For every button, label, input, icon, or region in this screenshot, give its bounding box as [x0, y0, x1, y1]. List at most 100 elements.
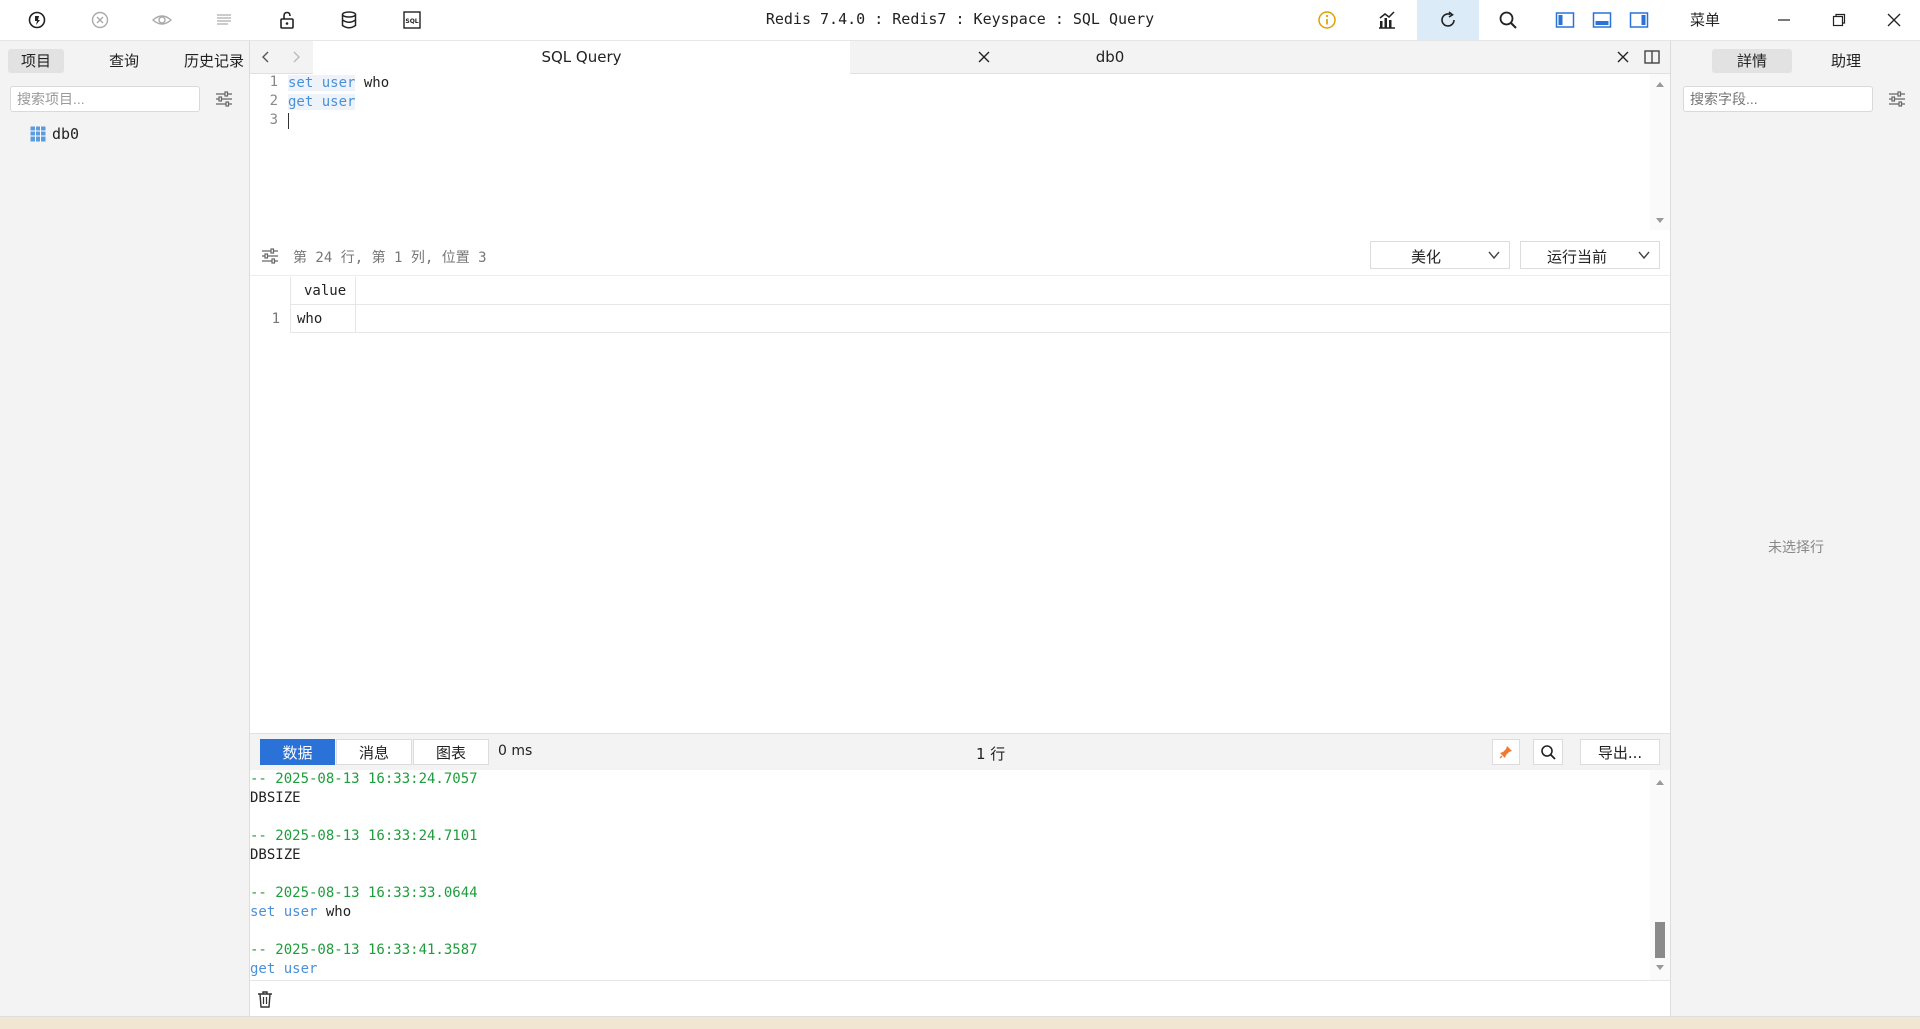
tab-details[interactable]: 詳情 — [1712, 49, 1792, 73]
code-line: set user who — [288, 74, 389, 93]
log-footer — [250, 980, 1670, 1016]
info-icon[interactable] — [1315, 8, 1339, 32]
table-row[interactable] — [290, 305, 1670, 333]
line-number: 2 — [269, 93, 278, 109]
text-lines-icon[interactable] — [212, 8, 236, 32]
pin-button[interactable] — [1492, 739, 1520, 765]
beautify-button[interactable]: 美化 — [1370, 241, 1510, 269]
log-scrollbar[interactable] — [1650, 770, 1670, 980]
tab-sql-query[interactable]: SQL Query — [313, 41, 850, 74]
code-keyword: set user — [288, 75, 356, 91]
log-command: set user who — [250, 903, 351, 922]
scroll-up-icon[interactable] — [1655, 80, 1665, 88]
run-current-button[interactable]: 运行当前 — [1520, 241, 1660, 269]
connect-icon[interactable] — [25, 8, 49, 32]
tab-history[interactable]: 历史记录 — [178, 49, 250, 73]
row-number: 1 — [271, 311, 280, 327]
editor-status-bar: 第 24 行, 第 1 列, 位置 3 美化 运行当前 — [250, 236, 1670, 276]
tab-db0[interactable]: db0 — [850, 41, 1370, 74]
taskbar-strip — [0, 1016, 1920, 1029]
tab-label: db0 — [1095, 48, 1125, 66]
sql-icon[interactable]: SQL — [400, 8, 424, 32]
chevron-left-icon[interactable] — [254, 45, 278, 69]
search-icon — [1541, 745, 1556, 760]
code-line: get user — [288, 93, 356, 112]
log-timestamp: -- 2025-08-13 16:33:41.3587 — [250, 942, 478, 958]
table-grid-icon — [30, 126, 46, 142]
eye-icon[interactable] — [150, 8, 174, 32]
column-header-value[interactable]: value — [290, 277, 356, 305]
toggle-left-panel-icon[interactable] — [1553, 8, 1577, 32]
results-toolbar: 数据 消息 图表 0 ms 1 行 导出... — [250, 733, 1670, 770]
title-bar: SQL Redis 7.4.0 : Redis7 : Keyspace : SQ… — [0, 0, 1920, 41]
toggle-bottom-panel-icon[interactable] — [1590, 8, 1614, 32]
tab-assistant[interactable]: 助理 — [1806, 49, 1886, 73]
editor-scrollbar[interactable] — [1650, 74, 1670, 230]
database-icon[interactable] — [337, 8, 361, 32]
scroll-up-icon[interactable] — [1655, 778, 1665, 786]
log-command: get user — [250, 960, 317, 979]
lock-icon[interactable] — [275, 8, 299, 32]
close-tab-icon[interactable] — [1616, 50, 1630, 64]
search-results-button[interactable] — [1533, 739, 1563, 765]
left-panel-tabs: 项目 查询 历史记录 — [0, 49, 250, 75]
close-window-icon[interactable] — [1882, 8, 1906, 32]
tab-project[interactable]: 项目 — [8, 49, 64, 73]
stats-chart-icon[interactable] — [1375, 8, 1399, 32]
left-panel: 项目 查询 历史记录 db0 — [0, 41, 250, 1016]
log-command: DBSIZE — [250, 846, 301, 865]
pin-icon — [1499, 746, 1512, 759]
log-keyword: set user — [250, 904, 318, 920]
filter-settings-icon[interactable] — [212, 87, 236, 111]
tab-query[interactable]: 查询 — [94, 49, 154, 73]
restore-icon[interactable] — [1827, 8, 1851, 32]
query-log: -- 2025-08-13 16:33:24.7057 DBSIZE -- 20… — [250, 770, 1650, 980]
project-search-input[interactable] — [10, 86, 200, 112]
line-number: 3 — [269, 112, 278, 128]
disconnect-icon[interactable] — [88, 8, 112, 32]
minimize-icon[interactable] — [1772, 8, 1796, 32]
trash-icon[interactable] — [253, 987, 277, 1011]
log-command: DBSIZE — [250, 789, 301, 808]
log-keyword: get user — [250, 961, 318, 977]
scroll-down-icon[interactable] — [1655, 217, 1665, 225]
empty-selection-note: 未选择行 — [1768, 540, 1824, 556]
chevron-down-icon[interactable] — [1637, 248, 1651, 262]
scroll-thumb[interactable] — [1655, 922, 1665, 958]
toggle-right-panel-icon[interactable] — [1627, 8, 1651, 32]
export-button[interactable]: 导出... — [1580, 739, 1660, 765]
run-current-label: 运行当前 — [1546, 248, 1607, 266]
svg-text:SQL: SQL — [405, 18, 418, 25]
filter-settings-icon[interactable] — [1885, 87, 1909, 111]
chevron-right-icon[interactable] — [284, 45, 308, 69]
log-text: who — [317, 904, 352, 920]
log-timestamp: -- 2025-08-13 16:33:24.7057 — [250, 771, 478, 787]
elapsed-time: 0 ms — [498, 743, 533, 759]
right-panel: 詳情 助理 未选择行 — [1670, 41, 1920, 1016]
refresh-icon[interactable] — [1436, 8, 1460, 32]
menu-button[interactable]: 菜单 — [1690, 9, 1720, 30]
tab-data[interactable]: 数据 — [260, 739, 335, 765]
log-text: DBSIZE — [250, 847, 301, 863]
field-search-input[interactable] — [1683, 86, 1873, 112]
grid-cell-value[interactable]: who — [290, 305, 356, 333]
format-settings-icon[interactable] — [258, 244, 282, 268]
tree-item-db0[interactable]: db0 — [30, 123, 79, 145]
grid-header: value — [290, 277, 1670, 305]
tab-messages[interactable]: 消息 — [336, 739, 412, 765]
search-icon[interactable] — [1496, 8, 1520, 32]
split-view-icon[interactable] — [1640, 45, 1664, 69]
code-keyword: get user — [288, 94, 356, 110]
sql-editor[interactable]: 1 set user who 2 get user 3 — [250, 74, 1650, 230]
code-arg: who — [355, 75, 390, 91]
scroll-down-icon[interactable] — [1655, 964, 1665, 972]
tree-item-label: db0 — [52, 125, 80, 143]
tab-chart[interactable]: 图表 — [413, 739, 489, 765]
log-timestamp: -- 2025-08-13 16:33:33.0644 — [250, 885, 478, 901]
beautify-label: 美化 — [1410, 248, 1441, 266]
result-grid: value 1 who — [250, 277, 1670, 732]
log-timestamp: -- 2025-08-13 16:33:24.7101 — [250, 828, 478, 844]
chevron-down-icon[interactable] — [1487, 248, 1501, 262]
line-number: 1 — [269, 74, 278, 90]
text-cursor — [288, 113, 289, 129]
